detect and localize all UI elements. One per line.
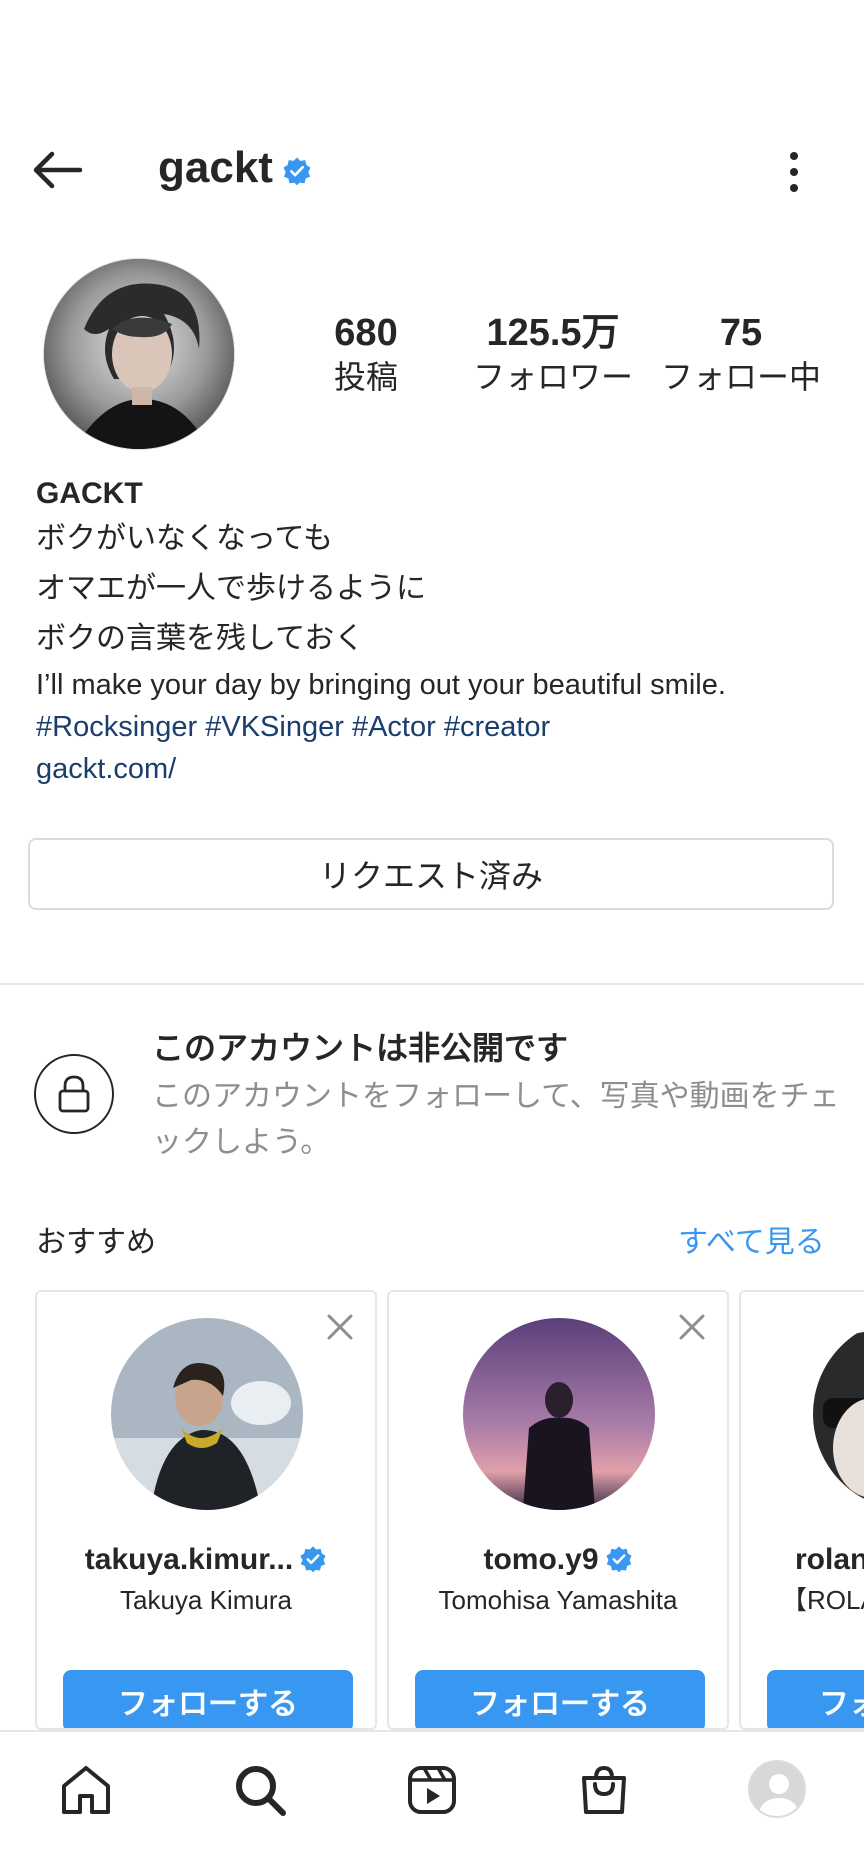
shop-icon[interactable] xyxy=(574,1760,634,1820)
verified-badge-icon xyxy=(605,1546,632,1573)
stat-followers-label: フォロワー xyxy=(472,359,633,395)
close-icon[interactable] xyxy=(323,1310,357,1344)
follow-button[interactable]: フォ xyxy=(767,1670,864,1728)
bio-line: オマエが一人で歩けるように xyxy=(36,572,426,605)
reels-icon[interactable] xyxy=(402,1760,462,1820)
bio-line: ボクの言葉を残しておく xyxy=(36,622,365,655)
stat-followers[interactable]: 125.5万 フォロワー xyxy=(468,310,638,398)
bio-line: ボクがいなくなっても xyxy=(36,522,333,555)
stat-followers-value: 125.5万 xyxy=(486,312,620,354)
stat-following-label: フォロー中 xyxy=(660,359,821,395)
recommendations-title: おすすめ xyxy=(36,1226,156,1259)
suggestion-avatar[interactable] xyxy=(813,1318,864,1510)
suggestion-fullname: Tomohisa Yamashita xyxy=(438,1585,678,1615)
back-arrow-icon[interactable] xyxy=(28,140,88,200)
suggestion-fullname: 【ROLAN xyxy=(781,1585,864,1615)
private-account-title: このアカウントは非公開です xyxy=(152,1030,569,1066)
search-icon[interactable] xyxy=(230,1760,290,1820)
stat-posts[interactable]: 680 投稿 xyxy=(281,310,451,398)
suggestion-card[interactable]: tomo.y9 Tomohisa Yamashita フォローする xyxy=(387,1290,729,1730)
lock-icon xyxy=(34,1054,114,1134)
profile-photo-icon xyxy=(44,259,234,449)
verified-badge-icon xyxy=(300,1546,326,1573)
stat-following[interactable]: 75 フォロー中 xyxy=(656,310,826,398)
private-account-description: このアカウントをフォローして、写真や動画をチェックしよう。 xyxy=(152,1080,840,1159)
suggestion-username-text: takuya.kimur... xyxy=(84,1543,294,1576)
stat-posts-label: 投稿 xyxy=(333,359,398,395)
follow-button[interactable]: フォローする xyxy=(415,1670,705,1728)
profile-bio: GACKT ボクがいなくなっても オマエが一人で歩けるように ボクの言葉を残して… xyxy=(36,474,836,790)
verified-badge-icon xyxy=(283,157,311,186)
bottom-navigation xyxy=(0,1730,864,1872)
stat-posts-value: 680 xyxy=(334,312,398,354)
section-divider xyxy=(0,983,864,985)
stat-following-value: 75 xyxy=(719,312,763,354)
suggestion-card[interactable]: takuya.kimur... Takuya Kimura フォローする xyxy=(35,1290,377,1730)
suggestion-username[interactable]: tomo.y9 xyxy=(389,1540,727,1580)
requested-button[interactable]: リクエスト済み xyxy=(28,838,834,910)
profile-icon[interactable] xyxy=(748,1760,806,1818)
profile-username: gackt xyxy=(158,143,273,192)
bio-website-link[interactable]: gackt.com/ xyxy=(36,748,836,790)
bio-display-name: GACKT xyxy=(36,477,143,510)
suggestion-fullname: Takuya Kimura xyxy=(120,1585,292,1615)
more-options-icon[interactable] xyxy=(772,146,816,198)
follow-button[interactable]: フォローする xyxy=(63,1670,353,1728)
suggestion-username[interactable]: rolan xyxy=(795,1540,864,1580)
bio-hashtags[interactable]: #Rocksinger #VKSinger #Actor #creator xyxy=(36,706,836,748)
close-icon[interactable] xyxy=(675,1310,709,1344)
see-all-link[interactable]: すべて見る xyxy=(678,1222,825,1264)
suggestion-username-text: tomo.y9 xyxy=(483,1543,599,1576)
suggestion-avatar[interactable] xyxy=(111,1318,303,1510)
suggestion-avatar[interactable] xyxy=(463,1318,655,1510)
bio-english-line: I’ll make your day by bringing out your … xyxy=(36,669,726,701)
profile-avatar[interactable] xyxy=(43,258,235,450)
suggestion-username[interactable]: takuya.kimur... xyxy=(37,1540,375,1580)
home-icon[interactable] xyxy=(56,1760,116,1820)
suggestion-card[interactable]: rolan 【ROLAN フォ xyxy=(739,1290,864,1730)
